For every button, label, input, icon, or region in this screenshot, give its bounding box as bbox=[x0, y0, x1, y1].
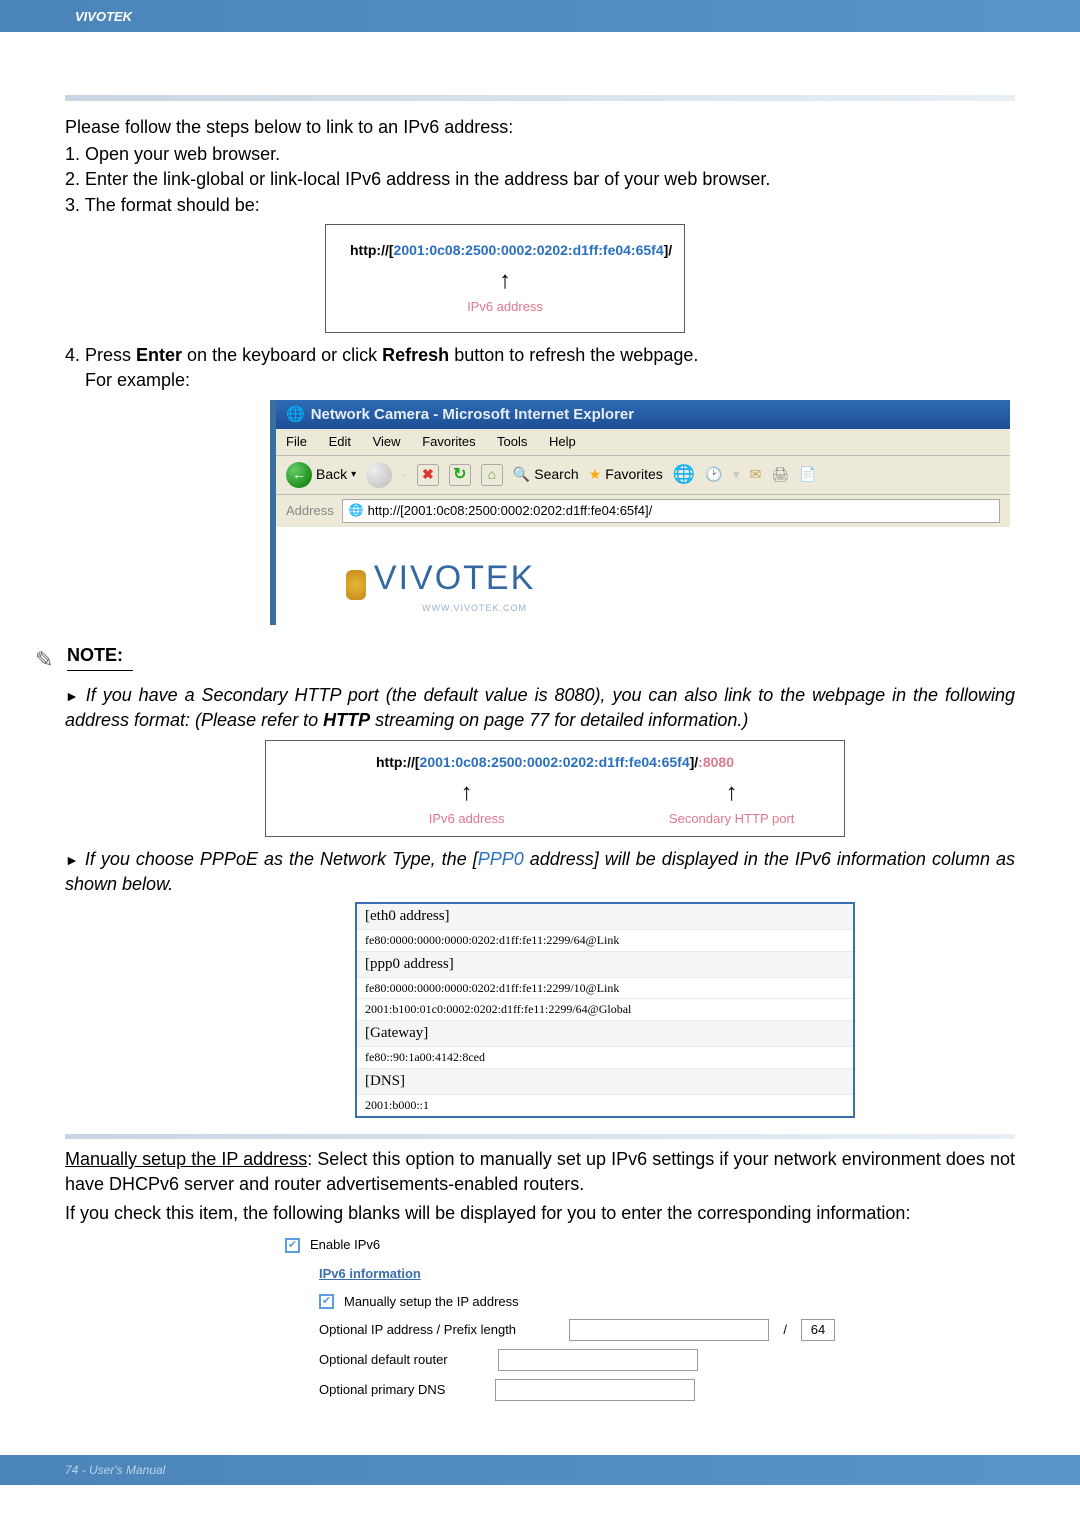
home-icon: ⌂ bbox=[488, 465, 496, 485]
ie-menu-edit[interactable]: Edit bbox=[329, 434, 351, 449]
ie-history-button[interactable]: 🕑 bbox=[705, 465, 722, 485]
gateway-value: fe80::90:1a00:4142:8ced bbox=[357, 1047, 853, 1069]
up-arrow-icon: ↑ bbox=[643, 776, 820, 810]
for-example: For example: bbox=[65, 368, 1015, 393]
ie-back-button[interactable]: ← Back ▾ bbox=[286, 462, 356, 488]
check-item-para: If you check this item, the following bl… bbox=[65, 1201, 1015, 1226]
url2-label-right: Secondary HTTP port bbox=[643, 810, 820, 828]
ie-address-value: http://[2001:0c08:2500:0002:0202:d1ff:fe… bbox=[368, 502, 653, 520]
eth0-value: fe80:0000:0000:0000:0202:d1ff:fe11:2299/… bbox=[357, 930, 853, 952]
pencil-icon: ✎ bbox=[35, 645, 59, 669]
footer-text: 74 - User's Manual bbox=[65, 1463, 165, 1477]
ie-menu-view[interactable]: View bbox=[373, 434, 401, 449]
search-icon: 🔍 bbox=[513, 465, 530, 485]
ppp0-label: [ppp0 address] bbox=[357, 952, 853, 978]
note-heading: ✎ NOTE: bbox=[35, 639, 1015, 675]
up-arrow-icon: ↑ bbox=[290, 776, 643, 810]
url2-label-left: IPv6 address bbox=[290, 810, 643, 828]
optional-dns-label: Optional primary DNS bbox=[319, 1381, 445, 1399]
optional-ip-input[interactable] bbox=[569, 1319, 769, 1341]
ie-favorites-button[interactable]: ★Favorites bbox=[589, 465, 663, 485]
address-label: Address bbox=[286, 502, 334, 520]
dns-value: 2001:b000::1 bbox=[357, 1095, 853, 1116]
url-ipv6-addr: 2001:0c08:2500:0002:0202:d1ff:fe04:65f4 bbox=[394, 242, 664, 258]
step-3: 3. The format should be: bbox=[65, 193, 1015, 218]
url-suffix: / bbox=[668, 242, 672, 258]
url2-ipv6-addr: 2001:0c08:2500:0002:0202:d1ff:fe04:65f4 bbox=[420, 754, 690, 770]
ie-refresh-button[interactable]: ↻ bbox=[449, 464, 471, 486]
page-icon: 🌐 bbox=[349, 502, 364, 519]
back-arrow-icon: ← bbox=[286, 462, 312, 488]
ie-menu-file[interactable]: File bbox=[286, 434, 307, 449]
dns-label: [DNS] bbox=[357, 1069, 853, 1095]
manual-setup-checkbox[interactable]: ✔ bbox=[319, 1294, 334, 1309]
note-item-2: ► If you choose PPPoE as the Network Typ… bbox=[65, 847, 1015, 896]
ie-stop-button[interactable]: ✖ bbox=[417, 464, 439, 486]
gateway-label: [Gateway] bbox=[357, 1021, 853, 1047]
note-label: NOTE: bbox=[67, 643, 133, 671]
ie-mail-button[interactable]: ✉ bbox=[750, 465, 762, 485]
vivotek-logo-text: VIVOTEK bbox=[374, 555, 535, 603]
note-item-1: ► If you have a Secondary HTTP port (the… bbox=[65, 683, 1015, 732]
url-label-ipv6: IPv6 address bbox=[350, 298, 660, 316]
step-2: 2. Enter the link-global or link-local I… bbox=[65, 167, 1015, 192]
secondary-port: 8080 bbox=[703, 754, 734, 770]
ie-content-area: VIVOTEK WWW.VIVOTEK.COM bbox=[276, 527, 1010, 625]
ie-home-button[interactable]: ⌂ bbox=[481, 464, 503, 486]
accent-line bbox=[65, 95, 1015, 101]
page-footer: 74 - User's Manual bbox=[0, 1455, 1080, 1485]
ipv6-form: ✔ Enable IPv6 IPv6 information ✔ Manuall… bbox=[285, 1232, 835, 1405]
step-4: 4. Press Enter on the keyboard or click … bbox=[65, 343, 1015, 368]
ie-forward-button[interactable] bbox=[366, 462, 392, 488]
ie-screenshot: 🌐 Network Camera - Microsoft Internet Exp… bbox=[270, 400, 1010, 626]
ppp0-value-2: 2001:b100:01c0:0002:0202:d1ff:fe11:2299/… bbox=[357, 999, 853, 1021]
manual-setup-label: Manually setup the IP address bbox=[344, 1293, 519, 1311]
ie-menubar: File Edit View Favorites Tools Help bbox=[276, 429, 1010, 456]
optional-ip-label: Optional IP address / Prefix length bbox=[319, 1321, 516, 1339]
ie-edit-button[interactable]: 📄 bbox=[799, 465, 816, 485]
url-prefix: http:// bbox=[350, 242, 389, 258]
eth0-label: [eth0 address] bbox=[357, 904, 853, 930]
url-format-box: http://[2001:0c08:2500:0002:0202:d1ff:fe… bbox=[325, 224, 685, 333]
ie-app-icon: 🌐 bbox=[286, 406, 305, 423]
step-1: 1. Open your web browser. bbox=[65, 142, 1015, 167]
manual-setup-para: Manually setup the IP address: Select th… bbox=[65, 1147, 1015, 1197]
ie-media-button[interactable]: 🌐 bbox=[673, 462, 695, 487]
ie-menu-tools[interactable]: Tools bbox=[497, 434, 527, 449]
ie-menu-favorites[interactable]: Favorites bbox=[422, 434, 475, 449]
refresh-icon: ↻ bbox=[453, 464, 466, 486]
optional-router-input[interactable] bbox=[498, 1349, 698, 1371]
vivotek-url: WWW.VIVOTEK.COM bbox=[422, 602, 1000, 615]
enable-ipv6-checkbox[interactable]: ✔ bbox=[285, 1238, 300, 1253]
ie-address-input[interactable]: 🌐 http://[2001:0c08:2500:0002:0202:d1ff:… bbox=[342, 499, 1000, 523]
accent-line bbox=[65, 1134, 1015, 1139]
optional-dns-input[interactable] bbox=[495, 1379, 695, 1401]
enable-ipv6-label: Enable IPv6 bbox=[310, 1236, 380, 1254]
intro-text: Please follow the steps below to link to… bbox=[65, 115, 1015, 140]
optional-router-label: Optional default router bbox=[319, 1351, 448, 1369]
ppp0-value-1: fe80:0000:0000:0000:0202:d1ff:fe11:2299/… bbox=[357, 978, 853, 1000]
ipv6-info-table: [eth0 address] fe80:0000:0000:0000:0202:… bbox=[355, 902, 855, 1118]
prefix-length-input[interactable]: 64 bbox=[801, 1319, 835, 1341]
brand-header: VIVOTEK bbox=[75, 9, 132, 24]
vivotek-logo-icon bbox=[346, 570, 366, 600]
up-arrow-icon: ↑ bbox=[350, 264, 660, 298]
ie-address-bar: Address 🌐 http://[2001:0c08:2500:0002:02… bbox=[276, 495, 1010, 527]
ie-menu-help[interactable]: Help bbox=[549, 434, 576, 449]
ie-print-button[interactable]: 🖨 bbox=[771, 465, 789, 485]
ipv6-info-section-title: IPv6 information bbox=[319, 1265, 835, 1283]
url-format-box-secondary: http://[2001:0c08:2500:0002:0202:d1ff:fe… bbox=[265, 740, 845, 837]
ie-search-button[interactable]: 🔍Search bbox=[513, 465, 579, 485]
ie-toolbar: ← Back ▾ - ✖ ↻ ⌂ 🔍Search ★Favorites 🌐 🕑 … bbox=[276, 456, 1010, 495]
ie-title-text: Network Camera - Microsoft Internet Expl… bbox=[311, 406, 634, 423]
prefix-slash: / bbox=[783, 1321, 787, 1339]
star-icon: ★ bbox=[589, 465, 602, 485]
stop-icon: ✖ bbox=[422, 465, 434, 485]
